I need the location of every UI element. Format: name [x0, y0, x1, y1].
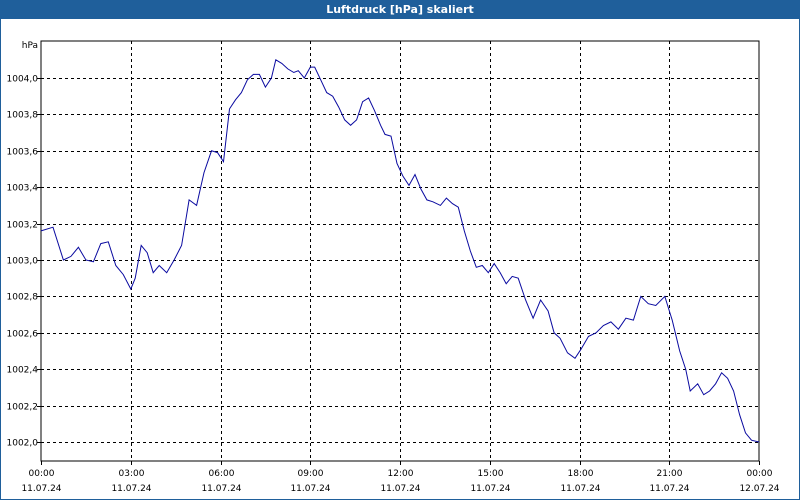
x-tick-time-label: 06:00: [209, 469, 235, 479]
y-tick-label: 1002,6: [7, 330, 39, 340]
x-tick-date-label: 11.07.24: [560, 484, 600, 494]
x-tick-time-label: 21:00: [657, 469, 683, 479]
x-tick-date-label: 11.07.24: [21, 484, 61, 494]
x-tick-time-label: 09:00: [298, 469, 324, 479]
x-tick-time-label: 12:00: [388, 469, 414, 479]
y-tick-label: 1002,8: [7, 293, 39, 303]
x-tick-date-label: 11.07.24: [470, 484, 510, 494]
window-title: Luftdruck [hPa] skaliert: [1, 1, 799, 19]
x-tick-time-label: 15:00: [478, 469, 504, 479]
chart-window: Luftdruck [hPa] skaliert 1004,0 1003,8 100…: [0, 0, 800, 500]
y-axis-label: hPa: [22, 41, 38, 51]
y-tick-label: 1002,4: [7, 366, 39, 376]
y-tick-label: 1004,0: [7, 75, 39, 85]
x-tick-date-label: 11.07.24: [290, 484, 330, 494]
x-tick-date-label: 12.07.24: [739, 484, 779, 494]
x-tick-date-label: 11.07.24: [201, 484, 241, 494]
y-tick-label: 1003,6: [7, 148, 39, 158]
chart-area: 1004,0 1003,8 1003,6 1003,4 1003,2 1003,0 1002…: [1, 20, 799, 499]
pressure-chart: 1004,0 1003,8 1003,6 1003,4 1003,2 1003,0 1002…: [7, 40, 780, 494]
y-tick-label: 1003,4: [7, 184, 39, 194]
x-tick-time-label: 18:00: [568, 469, 594, 479]
y-tick-label: 1002,0: [7, 439, 39, 449]
y-tick-label: 1003,2: [7, 221, 39, 231]
x-tick-date-label: 11.07.24: [380, 484, 420, 494]
x-tick-time-label: 03:00: [119, 469, 145, 479]
y-tick-label: 1003,0: [7, 257, 39, 267]
y-tick-label: 1002,2: [7, 403, 39, 413]
x-tick-time-label: 00:00: [747, 469, 773, 479]
y-tick-label: 1003,8: [7, 111, 39, 121]
x-tick-time-label: 00:00: [29, 469, 55, 479]
x-tick-date-label: 11.07.24: [111, 484, 151, 494]
x-tick-date-label: 11.07.24: [649, 484, 689, 494]
